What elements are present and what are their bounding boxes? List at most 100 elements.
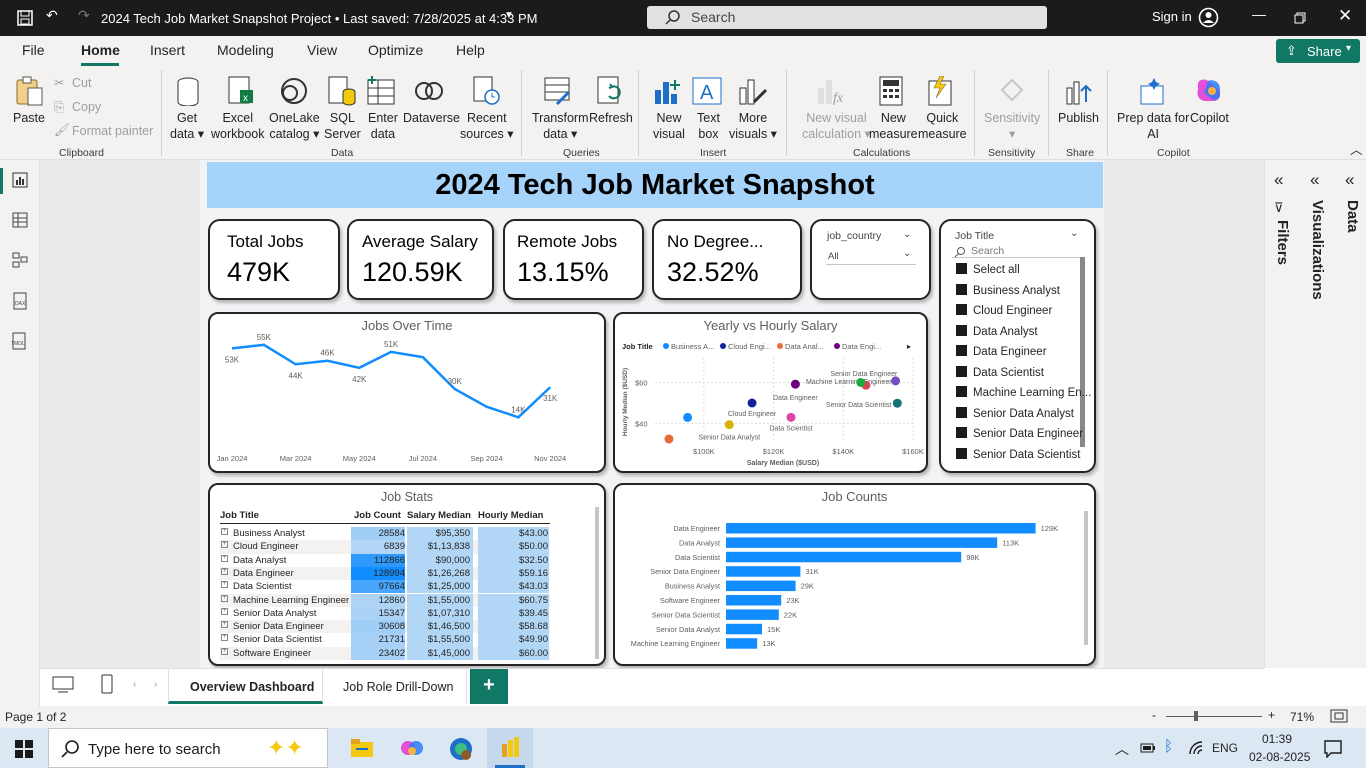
avatar-icon[interactable] xyxy=(1198,7,1219,28)
file-explorer-icon[interactable] xyxy=(350,738,374,758)
slicer-item[interactable]: Senior Data Scientist xyxy=(956,447,1080,461)
mobile-layout-icon[interactable] xyxy=(100,674,114,694)
tab-overview-dashboard[interactable]: Overview Dashboard xyxy=(168,669,323,704)
new-measure-button[interactable]: New measure xyxy=(869,110,918,142)
copy-button[interactable]: Copy xyxy=(72,99,101,115)
table-row[interactable]: + Data Engineer 128994 $1,26,268 $59.16 xyxy=(220,566,550,581)
filters-pane-label[interactable]: Filters xyxy=(1274,220,1291,265)
slicer-item[interactable]: Senior Data Analyst xyxy=(956,406,1074,420)
collapse-filters-icon[interactable]: « xyxy=(1274,170,1283,190)
search-input[interactable]: Search xyxy=(647,6,1047,29)
visualizations-pane-label[interactable]: Visualizations xyxy=(1309,200,1326,300)
fit-to-page-icon[interactable] xyxy=(1330,709,1348,723)
chevron-down-icon[interactable]: ⌄ xyxy=(1070,228,1078,239)
expand-icon[interactable]: + xyxy=(221,634,228,642)
table-view-icon[interactable] xyxy=(12,212,28,228)
slicer-item[interactable]: Data Engineer xyxy=(956,345,1047,358)
dax-query-view-icon[interactable]: DAX xyxy=(12,292,28,310)
add-page-button[interactable]: + xyxy=(470,669,508,704)
kpi-card-no-degree[interactable]: No Degree... 32.52% xyxy=(652,219,802,300)
copilot-taskbar-icon[interactable] xyxy=(400,737,424,759)
column-header[interactable]: Hourly Median xyxy=(478,510,543,521)
chevron-down-icon[interactable]: ⌄ xyxy=(903,229,911,240)
desktop-layout-icon[interactable] xyxy=(52,676,74,694)
slicer-search-input[interactable]: Search xyxy=(971,245,1004,257)
table-row[interactable]: + Senior Data Analyst 15347 $1,07,310 $39.45 xyxy=(220,606,550,621)
transform-data-button[interactable]: Transform data ▾ xyxy=(532,110,589,142)
expand-icon[interactable]: + xyxy=(221,647,228,655)
more-visuals-button[interactable]: More visuals ▾ xyxy=(729,110,777,142)
kpi-card-remote-jobs[interactable]: Remote Jobs 13.15% xyxy=(503,219,644,300)
recent-sources-button[interactable]: Recent sources ▾ xyxy=(460,110,514,142)
dataverse-button[interactable]: Dataverse xyxy=(403,110,460,126)
show-hidden-icons[interactable]: ︿ xyxy=(1115,739,1129,759)
menu-help[interactable]: Help xyxy=(456,42,485,58)
expand-icon[interactable]: + xyxy=(221,607,228,615)
notifications-icon[interactable] xyxy=(1324,740,1342,758)
slicer-item[interactable]: Cloud Engineer xyxy=(956,304,1052,317)
taskbar-search-input[interactable]: Type here to search ✦✦ xyxy=(48,728,328,768)
table-row[interactable]: + Senior Data Scientist 21731 $1,55,500 $49.… xyxy=(220,633,550,647)
table-row[interactable]: + Senior Data Engineer 30608 $1,46,500 $58.6… xyxy=(220,620,550,634)
next-page-icon[interactable]: › xyxy=(154,679,157,690)
clock-time[interactable]: 01:39 xyxy=(1262,732,1292,746)
prep-data-ai-button[interactable]: Prep data for AI xyxy=(1117,110,1189,142)
expand-icon[interactable]: + xyxy=(221,528,228,535)
edge-browser-icon[interactable] xyxy=(448,736,474,762)
maximize-icon[interactable] xyxy=(1294,12,1306,24)
new-visual-button[interactable]: New visual xyxy=(653,110,685,142)
kpi-card-total-jobs[interactable]: Total Jobs 479K xyxy=(208,219,340,300)
collapse-ribbon-icon[interactable]: ︿ xyxy=(1350,142,1363,158)
redo-icon[interactable]: ↷ xyxy=(78,7,90,24)
menu-insert[interactable]: Insert xyxy=(150,42,185,58)
expand-icon[interactable]: + xyxy=(221,541,228,549)
windows-start-icon[interactable] xyxy=(15,740,33,758)
zoom-in-button[interactable]: + xyxy=(1268,708,1275,722)
copilot-button[interactable]: Copilot xyxy=(1190,110,1229,126)
table-row[interactable]: + Cloud Engineer 6839 $1,13,838 $50.00 xyxy=(220,540,550,554)
excel-workbook-button[interactable]: Excel workbook xyxy=(211,110,265,142)
expand-icon[interactable]: + xyxy=(221,567,228,575)
slicer-item[interactable]: Data Analyst xyxy=(956,324,1038,338)
get-data-button[interactable]: Get data ▾ xyxy=(170,110,204,142)
expand-icon[interactable]: + xyxy=(221,621,228,629)
jobs-over-time-chart[interactable]: Jobs Over Time 53K 55K 44K 46K 42K 51K 30K 14K 3… xyxy=(208,312,606,473)
battery-icon[interactable] xyxy=(1140,742,1156,754)
slicer-item[interactable]: Business Analyst xyxy=(956,283,1060,297)
save-icon[interactable] xyxy=(17,10,33,26)
zoom-out-button[interactable]: - xyxy=(1152,708,1156,722)
table-row[interactable]: + Software Engineer 23402 $1,45,000 $60.00 xyxy=(220,646,550,660)
collapse-data-icon[interactable]: « xyxy=(1345,170,1354,190)
expand-icon[interactable]: + xyxy=(221,554,228,562)
job-stats-table[interactable]: Job Stats Job Title Job Count Salary Med… xyxy=(208,483,606,666)
zoom-slider[interactable] xyxy=(1166,716,1262,717)
previous-page-icon[interactable]: ‹ xyxy=(133,679,136,690)
table-row[interactable]: + Data Scientist 97664 $1,25,000 $43.03 xyxy=(220,580,550,594)
data-pane-label[interactable]: Data xyxy=(1344,200,1361,233)
table-row[interactable]: + Machine Learning Engineer 12860 $1,55,000… xyxy=(220,593,550,607)
enter-data-button[interactable]: Enter data xyxy=(368,110,398,142)
sql-server-button[interactable]: SQL Server xyxy=(324,110,361,142)
sensitivity-button[interactable]: Sensitivity ▾ xyxy=(984,110,1040,142)
refresh-button[interactable]: Refresh xyxy=(589,110,633,126)
expand-icon[interactable]: + xyxy=(221,581,228,589)
country-slicer[interactable]: job_country ⌄ All ⌄ xyxy=(810,219,931,300)
table-row[interactable]: + Data Analyst 112866 $90,000 $32.50 xyxy=(220,553,550,567)
minimize-icon[interactable]: — xyxy=(1252,6,1266,22)
text-box-button[interactable]: Text box xyxy=(697,110,720,142)
menu-optimize[interactable]: Optimize xyxy=(368,42,423,58)
scrollbar[interactable] xyxy=(1080,257,1085,447)
clock-date[interactable]: 02-08-2025 xyxy=(1249,750,1310,764)
slicer-item[interactable]: Senior Data Engineer xyxy=(956,427,1083,440)
table-row[interactable]: + Business Analyst 28584 $95,350 $43.00 xyxy=(220,527,550,541)
publish-button[interactable]: Publish xyxy=(1058,110,1099,126)
tmdl-view-icon[interactable]: TMDL xyxy=(10,332,30,350)
quick-measure-button[interactable]: Quick measure xyxy=(918,110,967,142)
column-header[interactable]: Salary Median xyxy=(407,510,471,521)
menu-modeling[interactable]: Modeling xyxy=(217,42,274,58)
slicer-item[interactable]: Select all xyxy=(956,263,1020,276)
expand-icon[interactable]: + xyxy=(221,594,228,602)
report-view-icon[interactable] xyxy=(12,172,28,188)
collapse-visualizations-icon[interactable]: « xyxy=(1310,170,1319,190)
job-counts-chart[interactable]: Job Counts Data Engineer 129K Data Analyst… xyxy=(613,483,1096,666)
